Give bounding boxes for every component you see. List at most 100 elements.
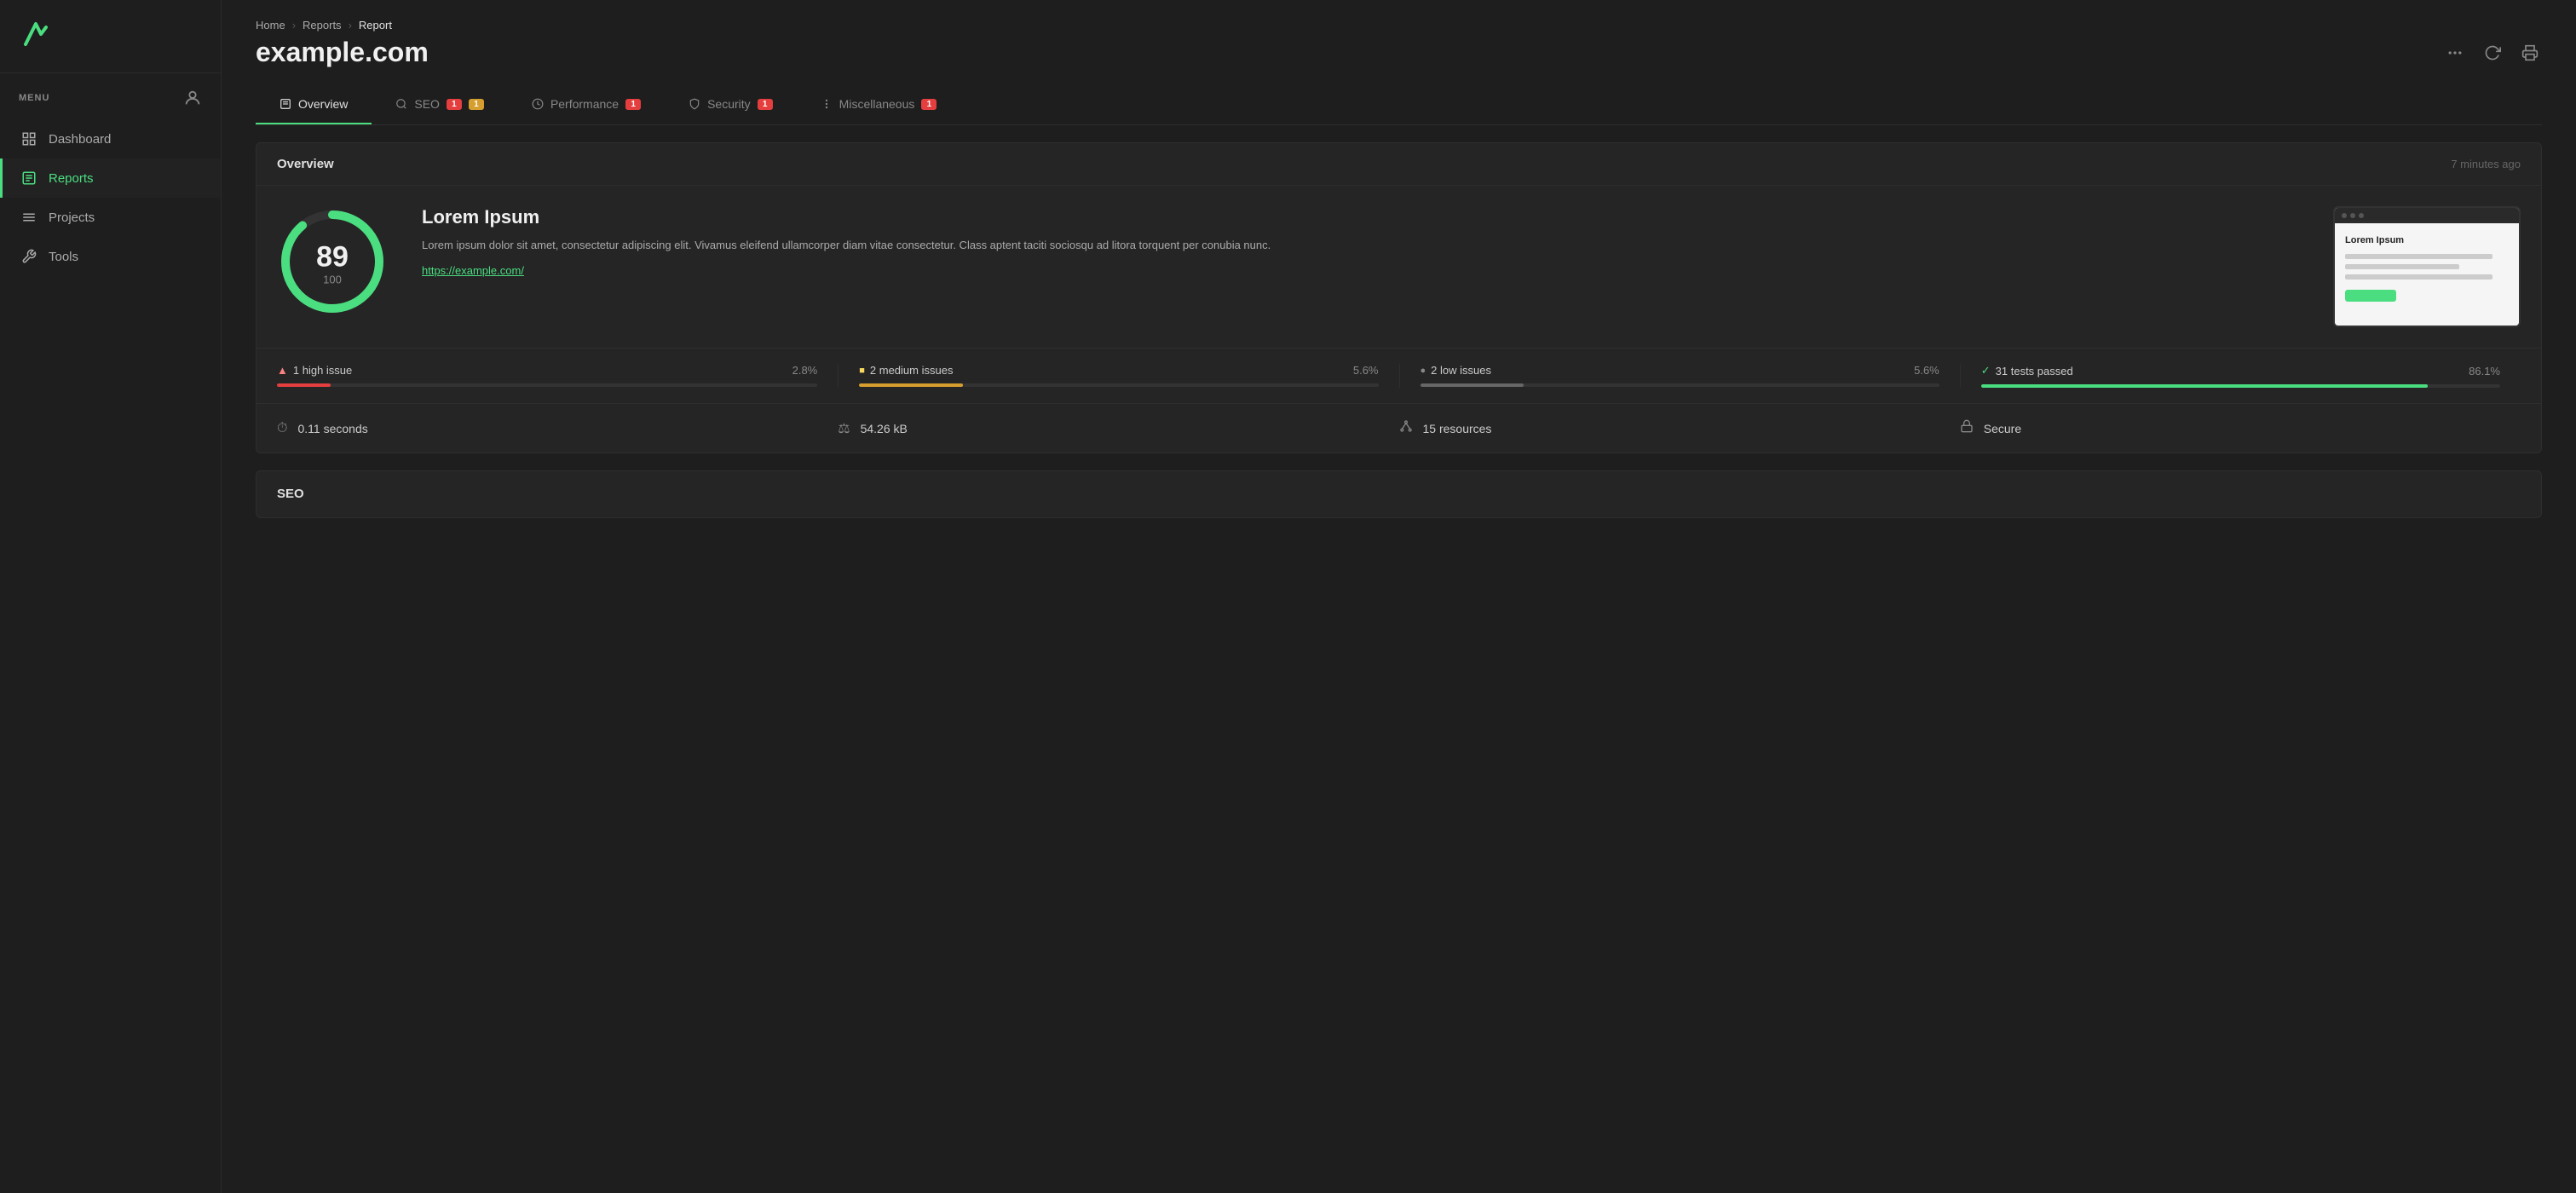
overview-url[interactable]: https://example.com/ <box>422 264 524 277</box>
tab-miscellaneous[interactable]: Miscellaneous 1 <box>797 85 961 124</box>
breadcrumb-home[interactable]: Home <box>256 19 285 32</box>
refresh-button[interactable] <box>2481 41 2504 65</box>
issues-row: ▲ 1 high issue 2.8% ■ 2 medium issue <box>256 348 2541 403</box>
preview-cta-btn <box>2345 290 2396 302</box>
preview-line-2 <box>2345 264 2459 269</box>
user-icon[interactable] <box>183 89 202 107</box>
issue-medium-bar-track <box>859 383 1378 387</box>
page-title-row: example.com <box>256 37 2542 68</box>
issue-low: ● 2 low issues 5.6% <box>1399 364 1960 388</box>
tab-miscellaneous-badge: 1 <box>921 99 936 110</box>
sidebar-item-reports-label: Reports <box>49 171 94 186</box>
issue-medium-pct: 5.6% <box>1353 364 1379 377</box>
reports-icon <box>21 170 37 186</box>
overview-section-header: Overview 7 minutes ago <box>256 143 2541 186</box>
breadcrumb-sep-2: › <box>349 19 352 32</box>
tab-security[interactable]: Security 1 <box>665 85 797 124</box>
issue-pass-bar-track <box>1981 384 2500 388</box>
tab-security-badge: 1 <box>758 99 773 110</box>
performance-tab-icon <box>532 98 544 110</box>
tools-icon <box>21 249 37 264</box>
tab-overview[interactable]: Overview <box>256 85 372 124</box>
issue-pass-bar-fill <box>1981 384 2428 388</box>
issue-low-label: ● 2 low issues <box>1421 364 1491 377</box>
metric-size-value: 54.26 kB <box>861 422 908 435</box>
sidebar-nav: Dashboard Reports Projects Tools <box>0 116 221 280</box>
metric-resources-value: 15 resources <box>1423 422 1492 435</box>
issue-high-bar-track <box>277 383 817 387</box>
pass-issue-icon: ✓ <box>1981 364 1991 377</box>
resources-icon <box>1399 419 1413 437</box>
timer-icon: ⏱ <box>277 421 287 436</box>
more-options-button[interactable] <box>2443 41 2467 65</box>
miscellaneous-tab-icon <box>821 98 833 110</box>
breadcrumb-reports[interactable]: Reports <box>303 19 342 32</box>
seo-section-title: SEO <box>277 487 304 501</box>
issue-medium: ■ 2 medium issues 5.6% <box>838 364 1398 388</box>
preview-browser-bar <box>2335 208 2519 223</box>
tab-seo-badge2: 1 <box>469 99 484 110</box>
tab-seo-label: SEO <box>414 97 440 111</box>
issue-high-top: ▲ 1 high issue 2.8% <box>277 364 817 377</box>
issue-medium-bar-fill <box>859 383 963 387</box>
overview-tab-icon <box>279 98 291 110</box>
tab-security-label: Security <box>707 97 751 111</box>
sidebar-item-projects-label: Projects <box>49 210 95 225</box>
site-preview: Lorem Ipsum <box>2333 206 2521 327</box>
metric-security: Secure <box>1960 419 2521 437</box>
score-circle: 89 100 <box>277 206 388 321</box>
seo-section-header: SEO <box>256 471 2541 517</box>
overview-section: Overview 7 minutes ago 89 100 <box>256 142 2542 453</box>
preview-content: Lorem Ipsum <box>2335 223 2519 326</box>
breadcrumb-current: Report <box>359 19 392 32</box>
tab-miscellaneous-label: Miscellaneous <box>839 97 915 111</box>
metric-time: ⏱ 0.11 seconds <box>277 419 838 437</box>
sidebar-item-projects[interactable]: Projects <box>0 198 221 237</box>
preview-dot-2 <box>2350 213 2355 218</box>
security-tab-icon <box>689 98 700 110</box>
issue-low-bar-fill <box>1421 383 1524 387</box>
ellipsis-icon <box>2446 44 2464 61</box>
dashboard-icon <box>21 131 37 147</box>
scale-icon: ⚖ <box>838 420 850 437</box>
seo-section: SEO <box>256 470 2542 518</box>
issue-pass-pct: 86.1% <box>2469 365 2500 377</box>
header-actions <box>2443 41 2542 65</box>
tab-performance[interactable]: Performance 1 <box>508 85 665 124</box>
sidebar-item-tools[interactable]: Tools <box>0 237 221 276</box>
tabs: Overview SEO 1 1 Performance 1 <box>256 85 2542 125</box>
overview-description: Lorem ipsum dolor sit amet, consectetur … <box>422 237 2299 255</box>
preview-dot-1 <box>2342 213 2347 218</box>
sidebar-item-dashboard[interactable]: Dashboard <box>0 119 221 158</box>
issue-medium-label: ■ 2 medium issues <box>859 364 953 377</box>
tab-seo[interactable]: SEO 1 1 <box>372 85 508 124</box>
issue-high: ▲ 1 high issue 2.8% <box>277 364 838 388</box>
issue-pass-top: ✓ 31 tests passed 86.1% <box>1981 364 2500 377</box>
metric-security-value: Secure <box>1984 422 2021 435</box>
issue-pass-label: ✓ 31 tests passed <box>1981 364 2073 377</box>
overview-time-ago: 7 minutes ago <box>2451 158 2521 170</box>
logo-area <box>0 0 221 73</box>
issue-medium-top: ■ 2 medium issues 5.6% <box>859 364 1378 377</box>
main-content: Home › Reports › Report example.com <box>222 0 2576 1193</box>
tab-seo-badge1: 1 <box>447 99 462 110</box>
sidebar-item-tools-label: Tools <box>49 250 78 264</box>
metric-size: ⚖ 54.26 kB <box>838 419 1398 437</box>
preview-dot-3 <box>2359 213 2364 218</box>
score-max: 100 <box>316 273 349 285</box>
refresh-icon <box>2484 44 2501 61</box>
issue-low-bar-track <box>1421 383 1939 387</box>
sidebar-item-reports[interactable]: Reports <box>0 158 221 198</box>
preview-line-3 <box>2345 274 2492 280</box>
metrics-row: ⏱ 0.11 seconds ⚖ 54.26 kB 15 resources <box>256 403 2541 452</box>
overview-body: 89 100 Lorem Ipsum Lorem ipsum dolor sit… <box>256 186 2541 348</box>
preview-line-1 <box>2345 254 2492 259</box>
overview-section-title: Overview <box>277 157 334 171</box>
metric-resources: 15 resources <box>1399 419 1960 437</box>
print-button[interactable] <box>2518 41 2542 65</box>
page-header: Home › Reports › Report example.com <box>222 0 2576 125</box>
page-title: example.com <box>256 37 429 68</box>
sidebar: MENU Dashboard Reports Projects <box>0 0 222 1193</box>
menu-label: MENU <box>19 93 49 103</box>
sidebar-menu-header: MENU <box>0 73 221 116</box>
